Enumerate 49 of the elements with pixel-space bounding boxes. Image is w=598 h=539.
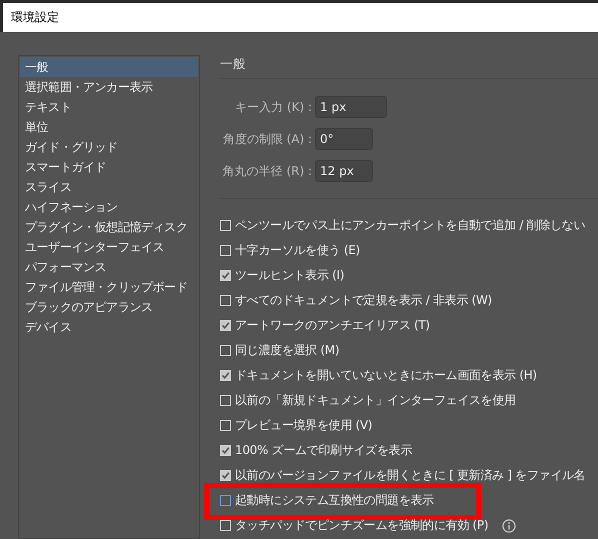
sidebar-item[interactable]: プラグイン・仮想記憶ディスク xyxy=(20,217,198,237)
field-label: 角丸の半径 (R) : xyxy=(222,162,312,180)
sidebar-item[interactable]: 選択範囲・アンカー表示 xyxy=(20,77,198,97)
option-label: 十字カーソルを使う (E) xyxy=(235,242,360,259)
option-label: アートワークのアンチエイリアス (T) xyxy=(235,317,430,334)
checkbox[interactable] xyxy=(220,495,231,506)
checkbox[interactable] xyxy=(220,445,231,456)
sidebar-item[interactable]: ファイル管理・クリップボード xyxy=(20,277,198,297)
window-title: 環境設定 xyxy=(11,9,59,26)
sidebar-item[interactable]: スライス xyxy=(20,177,198,197)
option-label: 以前の「新規ドキュメント」インターフェイスを使用 xyxy=(235,392,516,409)
option-label: ツールヒント表示 (I) xyxy=(235,267,344,284)
sidebar-item[interactable]: 一般 xyxy=(20,57,198,77)
option-label: 100% ズームで印刷サイズを表示 xyxy=(235,442,412,459)
checkbox[interactable] xyxy=(220,245,231,256)
checkbox[interactable] xyxy=(220,270,231,281)
sidebar-item[interactable]: テキスト xyxy=(20,97,198,117)
sidebar-item[interactable]: パフォーマンス xyxy=(20,257,198,277)
input-field[interactable]: 0° xyxy=(315,128,373,150)
checkbox[interactable] xyxy=(220,420,231,431)
option-label: 起動時にシステム互換性の問題を表示 xyxy=(235,492,434,509)
section-title: 一般 xyxy=(220,55,598,79)
option-label: 以前のバージョンファイルを開くときに [ 更新済み ] をファイル名 xyxy=(235,467,586,484)
field-label: キー入力 (K) : xyxy=(234,98,312,116)
checkbox[interactable] xyxy=(220,295,231,306)
sidebar-item[interactable]: 単位 xyxy=(20,117,198,137)
input-field[interactable]: 12 px xyxy=(315,160,373,182)
checkbox[interactable] xyxy=(220,220,231,231)
info-icon[interactable] xyxy=(502,518,516,532)
input-field[interactable]: 1 px xyxy=(315,96,387,118)
checkbox[interactable] xyxy=(220,320,231,331)
checkbox[interactable] xyxy=(220,370,231,381)
sidebar-item[interactable]: デバイス xyxy=(20,317,198,337)
sidebar-item[interactable]: スマートガイド xyxy=(20,157,198,177)
checkbox[interactable] xyxy=(220,345,231,356)
sidebar-item[interactable]: ガイド・グリッド xyxy=(20,137,198,157)
option-label: 同じ濃度を選択 (M) xyxy=(235,342,340,359)
checkbox[interactable] xyxy=(220,395,231,406)
option-label: ドキュメントを開いていないときにホーム画面を表示 (H) xyxy=(235,367,537,384)
checkbox[interactable] xyxy=(220,470,231,481)
sidebar-item[interactable]: ハイフネーション xyxy=(20,197,198,217)
field-label: 角度の制限 (A) : xyxy=(222,130,312,148)
option-label: ペンツールでパス上にアンカーポイントを自動で追加 / 削除しない xyxy=(235,217,586,234)
option-label: タッチパッドでピンチズームを強制的に有効 (P) xyxy=(235,517,488,534)
option-label: プレビュー境界を使用 (V) xyxy=(235,417,372,434)
sidebar-item[interactable]: ユーザーインターフェイス xyxy=(20,237,198,257)
option-label: すべてのドキュメントで定規を表示 / 非表示 (W) xyxy=(235,292,492,309)
sidebar-item[interactable]: ブラックのアピアランス xyxy=(20,297,198,317)
checkbox[interactable] xyxy=(220,520,231,531)
